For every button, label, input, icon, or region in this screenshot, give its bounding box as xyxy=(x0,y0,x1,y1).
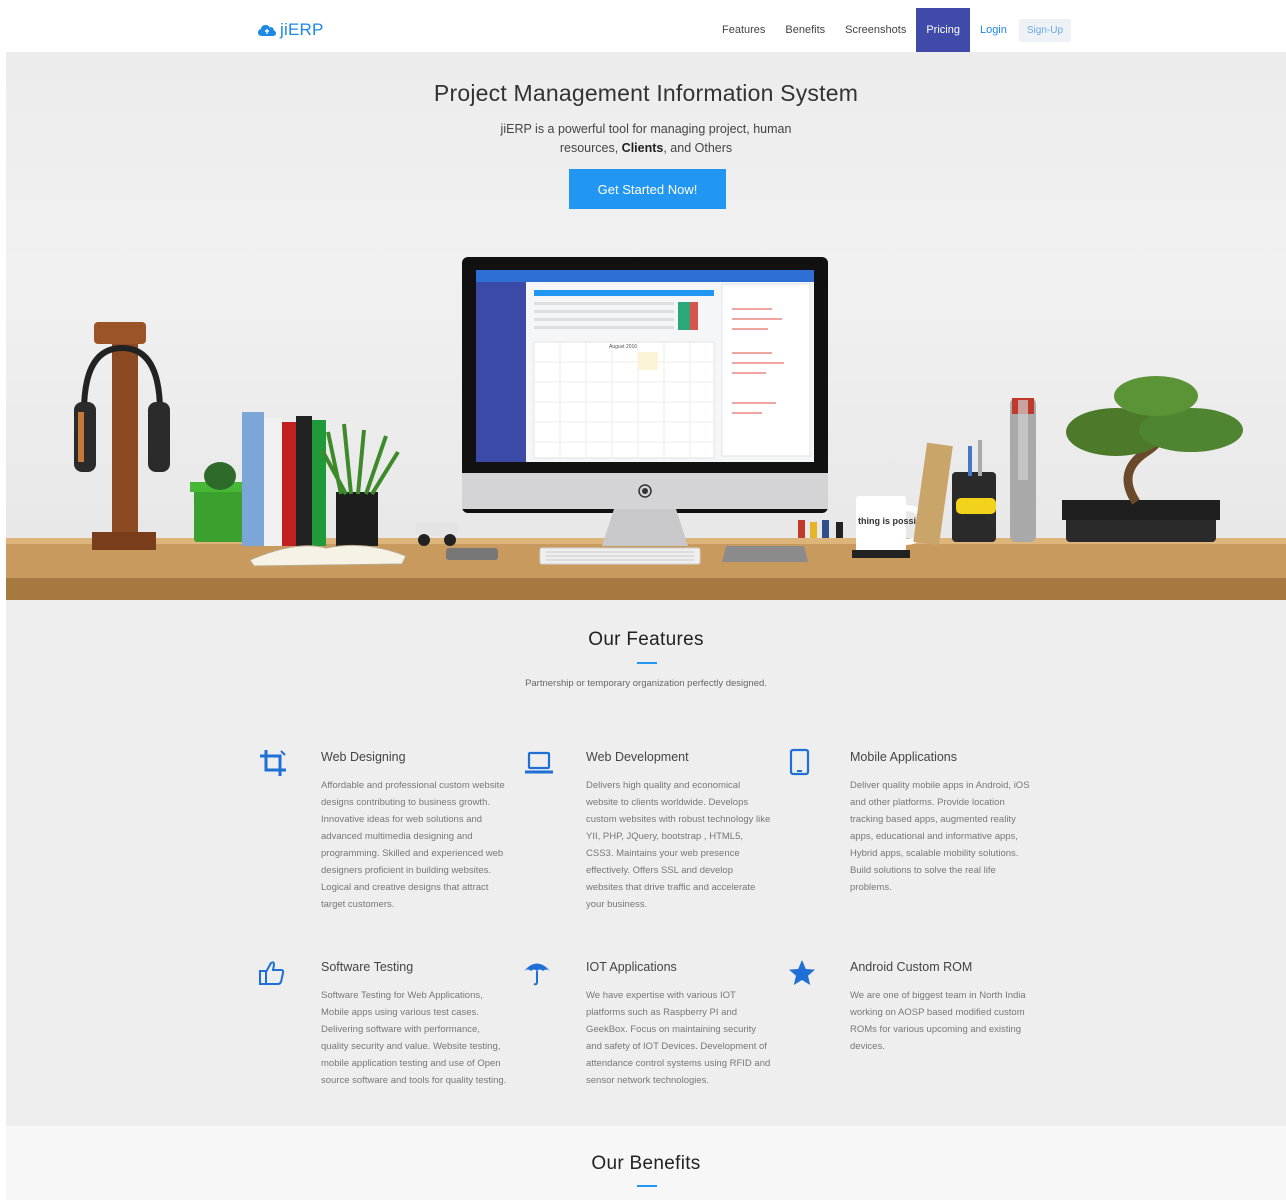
feature-text-mobile-applications: Deliver quality mobile apps in Android, … xyxy=(850,780,1030,893)
features-title: Our Features xyxy=(588,629,704,650)
cactus-pot xyxy=(190,462,250,542)
nav-link-benefits[interactable]: Benefits xyxy=(775,8,835,52)
brand-name: jiERP xyxy=(280,20,324,39)
feature-text-iot-applications: We have expertise with various IOT platf… xyxy=(586,990,771,1086)
hero-section: August 2016 thing is possible. Project M… xyxy=(6,52,1286,600)
monitor: August 2016 xyxy=(462,257,828,546)
nav-link-screenshots[interactable]: Screenshots xyxy=(835,8,916,52)
lego-figures xyxy=(798,520,843,538)
water-bottle xyxy=(1010,398,1036,542)
hero-subtitle: jiERP is a powerful tool for managing pr… xyxy=(476,120,816,158)
trackpad xyxy=(722,546,808,562)
feature-text-web-designing: Affordable and professional custom websi… xyxy=(321,780,505,910)
nav-link-features[interactable]: Features xyxy=(712,8,775,52)
crop-icon xyxy=(260,750,286,776)
features-section: Our Features Partnership or temporary or… xyxy=(6,600,1286,1126)
get-started-button[interactable]: Get Started Now! xyxy=(569,169,726,209)
hero-title: Project Management Information System xyxy=(433,80,859,106)
laptop-icon xyxy=(525,751,553,774)
benefits-section: Our Benefits xyxy=(6,1126,1286,1200)
feature-text-web-development: Delivers high quality and economical web… xyxy=(586,780,771,910)
star-icon xyxy=(789,960,815,985)
nav-signup-button[interactable]: Sign-Up xyxy=(1018,18,1072,42)
feature-text-software-testing: Software Testing for Web Applications, M… xyxy=(321,990,507,1086)
thumbs-up-icon xyxy=(259,961,285,985)
books xyxy=(242,412,326,546)
feature-text-android-custom-rom: We are one of biggest team in North Indi… xyxy=(850,990,1026,1052)
kraft-notebook xyxy=(913,442,953,546)
headphone-stand xyxy=(74,322,170,550)
nav-link-pricing[interactable]: Pricing xyxy=(916,8,970,52)
features-subtitle: Partnership or temporary organization pe… xyxy=(525,678,767,689)
nav-link-login[interactable]: Login xyxy=(970,8,1017,52)
benefits-title-underline xyxy=(637,1185,657,1187)
feature-title-mobile-applications: Mobile Applications xyxy=(850,750,958,764)
top-navbar: jiERP Features Benefits Screenshots Pric… xyxy=(0,0,1286,52)
hero-subtitle-bold: Clients xyxy=(621,141,664,155)
umbrella-icon xyxy=(524,963,550,986)
tablet-icon xyxy=(789,748,810,776)
benefits-title: Our Benefits xyxy=(591,1153,701,1174)
feature-title-iot-applications: IOT Applications xyxy=(586,960,677,974)
nav-menu: Features Benefits Screenshots Pricing Lo… xyxy=(712,8,1072,52)
hero-subtitle-suffix: , and Others xyxy=(663,141,733,155)
feature-title-web-designing: Web Designing xyxy=(321,750,406,764)
keyboard xyxy=(539,547,701,565)
phone xyxy=(446,548,498,560)
pen-holder xyxy=(952,440,996,542)
brand-logo[interactable]: jiERP xyxy=(258,18,324,42)
calendar-month: August 2016 xyxy=(609,344,637,350)
grass-plant xyxy=(320,423,400,546)
feature-title-android-custom-rom: Android Custom ROM xyxy=(850,960,973,974)
cloud-upload-icon xyxy=(258,25,276,36)
bonsai-tree xyxy=(1062,376,1243,542)
features-title-underline xyxy=(637,662,657,664)
feature-title-software-testing: Software Testing xyxy=(321,960,414,974)
feature-title-web-development: Web Development xyxy=(586,750,689,764)
